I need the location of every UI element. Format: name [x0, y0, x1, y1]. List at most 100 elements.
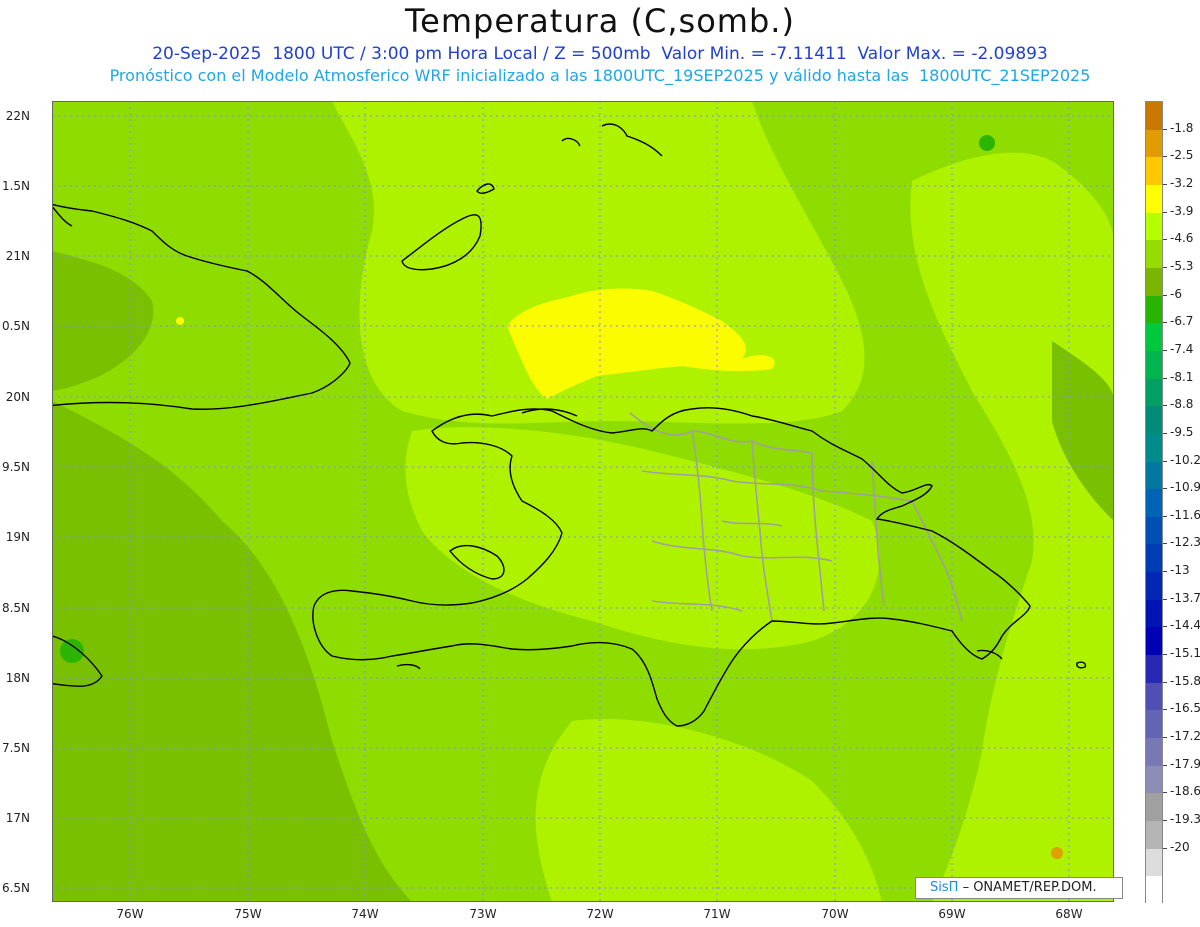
colorbar-tick: [1163, 847, 1167, 849]
colorbar-tick: [1163, 626, 1167, 628]
colorbar-label: -3.9: [1170, 203, 1194, 218]
colorbar-label: -12.3: [1170, 535, 1200, 550]
colorbar-tick: [1163, 349, 1167, 351]
colorbar-swatch: [1146, 267, 1162, 296]
colorbar-swatch: [1146, 433, 1162, 462]
lat-label: 18N: [5, 671, 30, 685]
colorbar-swatch: [1146, 682, 1162, 711]
colorbar: [1145, 101, 1163, 905]
colorbar-tick: [1163, 792, 1167, 794]
lon-label: 74W: [351, 907, 379, 921]
credit-text: – ONAMET/REP.DOM.: [962, 880, 1097, 895]
valid-time-line: 20-Sep-2025 1800 UTC / 3:00 pm Hora Loca…: [152, 44, 1048, 64]
colorbar-swatch: [1146, 102, 1162, 130]
colorbar-tick: [1163, 322, 1167, 324]
colorbar-swatch: [1146, 876, 1162, 905]
colorbar-swatch: [1146, 572, 1162, 601]
colorbar-swatch: [1146, 489, 1162, 518]
lon-label: 68W: [1055, 907, 1083, 921]
colorbar-label: -10.2: [1170, 452, 1200, 467]
colorbar-label: -6.7: [1170, 314, 1194, 329]
colorbar-tick: [1163, 266, 1167, 268]
colorbar-swatch: [1146, 599, 1162, 628]
colorbar-swatch: [1146, 184, 1162, 213]
colorbar-tick: [1163, 515, 1167, 517]
lon-label: 71W: [703, 907, 731, 921]
colorbar-label: -1.8: [1170, 120, 1194, 135]
colorbar-tick: [1163, 432, 1167, 434]
lon-label: 70W: [821, 907, 849, 921]
colorbar-label: -9.5: [1170, 424, 1194, 439]
colorbar-label: -15.8: [1170, 673, 1200, 688]
colorbar-swatch: [1146, 323, 1162, 352]
lon-label: 69W: [938, 907, 966, 921]
field-spot: [979, 135, 995, 151]
colorbar-label: -17.9: [1170, 756, 1200, 771]
lat-label: 8.5N: [1, 601, 30, 615]
colorbar-tick: [1163, 598, 1167, 600]
colorbar-tick: [1163, 764, 1167, 766]
colorbar-swatch: [1146, 848, 1162, 877]
colorbar-swatch: [1146, 240, 1162, 269]
lon-label: 72W: [586, 907, 614, 921]
lat-label: 17N: [5, 811, 30, 825]
colorbar-swatch: [1146, 461, 1162, 490]
field-spot: [60, 639, 84, 663]
lat-label: 20N: [5, 390, 30, 404]
credit-box: SisΠ – ONAMET/REP.DOM.: [915, 877, 1123, 899]
colorbar-label: -10.9: [1170, 480, 1200, 495]
colorbar-tick: [1163, 571, 1167, 573]
colorbar-label: -2.5: [1170, 148, 1194, 163]
colorbar-tick: [1163, 239, 1167, 241]
lat-label: 0.5N: [1, 319, 30, 333]
colorbar-swatch: [1146, 765, 1162, 794]
colorbar-swatch: [1146, 350, 1162, 379]
lon-label: 73W: [469, 907, 497, 921]
lat-label: 19N: [5, 530, 30, 544]
colorbar-label: -18.6: [1170, 784, 1200, 799]
lon-label: 75W: [234, 907, 262, 921]
colorbar-swatch: [1146, 627, 1162, 656]
colorbar-swatch: [1146, 738, 1162, 767]
colorbar-swatch: [1146, 378, 1162, 407]
colorbar-label: -3.2: [1170, 175, 1194, 190]
colorbar-tick: [1163, 737, 1167, 739]
colorbar-swatch: [1146, 157, 1162, 186]
lat-label: 7.5N: [1, 741, 30, 755]
colorbar-swatch: [1146, 516, 1162, 545]
map-title: Temperatura (C,somb.): [405, 2, 795, 40]
lat-label: 9.5N: [1, 460, 30, 474]
field-spot: [1051, 847, 1063, 859]
credit-brand: SisΠ: [930, 880, 959, 895]
temperature-map: [52, 101, 1114, 902]
model-info-line: Pronóstico con el Modelo Atmosferico WRF…: [109, 66, 1091, 85]
colorbar-tick: [1163, 183, 1167, 185]
colorbar-label: -7.4: [1170, 341, 1194, 356]
colorbar-tick: [1163, 488, 1167, 490]
colorbar-label: -6: [1170, 286, 1182, 301]
colorbar-label: -8.8: [1170, 397, 1194, 412]
colorbar-label: -17.2: [1170, 729, 1200, 744]
colorbar-swatch: [1146, 406, 1162, 435]
colorbar-label: -5.3: [1170, 258, 1194, 273]
colorbar-swatch: [1146, 295, 1162, 324]
colorbar-tick: [1163, 294, 1167, 296]
colorbar-label: -13.7: [1170, 590, 1200, 605]
colorbar-label: -20: [1170, 839, 1190, 854]
colorbar-label: -16.5: [1170, 701, 1200, 716]
colorbar-label: -11.6: [1170, 507, 1200, 522]
lat-label: 1.5N: [1, 179, 30, 193]
colorbar-swatch: [1146, 655, 1162, 684]
lat-label: 22N: [5, 109, 30, 123]
colorbar-tick: [1163, 128, 1167, 130]
colorbar-label: -13: [1170, 563, 1190, 578]
lat-label: 6.5N: [1, 881, 30, 895]
colorbar-tick: [1163, 460, 1167, 462]
colorbar-tick: [1163, 405, 1167, 407]
lon-label: 76W: [116, 907, 144, 921]
colorbar-tick: [1163, 709, 1167, 711]
colorbar-swatch: [1146, 544, 1162, 573]
colorbar-tick: [1163, 156, 1167, 158]
colorbar-tick: [1163, 211, 1167, 213]
colorbar-label: -15.1: [1170, 646, 1200, 661]
